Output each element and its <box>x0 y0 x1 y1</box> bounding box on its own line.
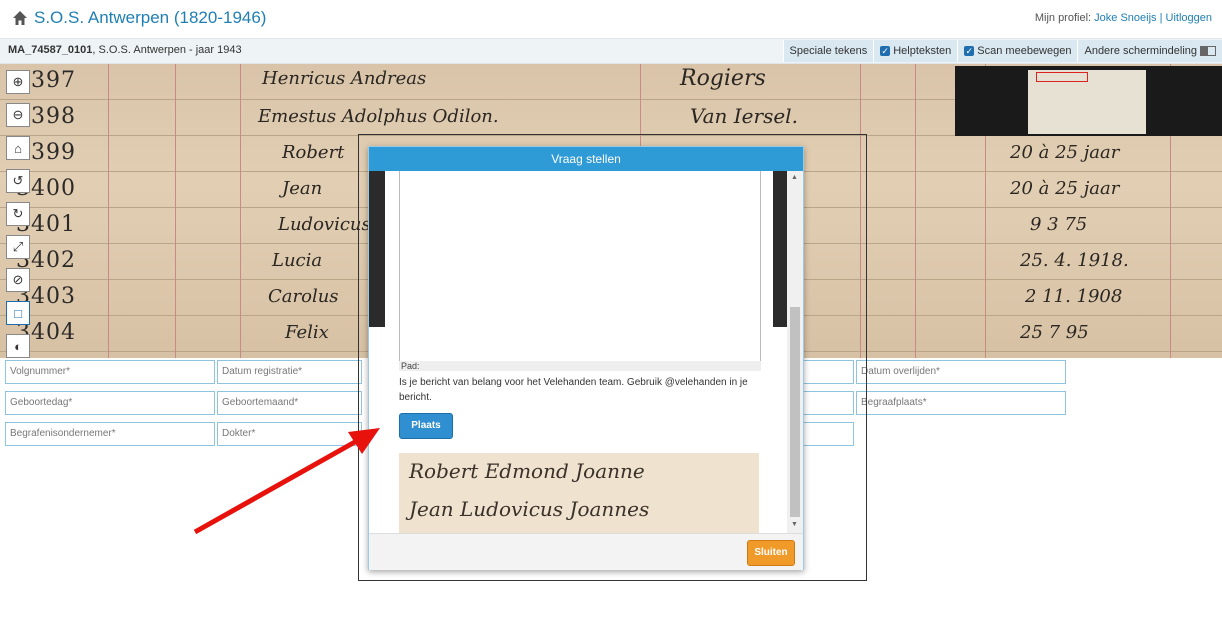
scroll-up-icon[interactable]: ▲ <box>791 174 798 181</box>
dialog-scrollbar[interactable]: ▲ ▼ <box>787 171 803 533</box>
handwritten-first-name: Emestus Adolphus Odilon. <box>258 106 499 127</box>
scan-follow-label: Scan meebewegen <box>977 45 1072 57</box>
special-chars-button[interactable]: Speciale tekens <box>782 40 874 62</box>
helptexts-label: Helpteksten <box>893 45 952 57</box>
rotate-right-icon[interactable]: ↻ <box>6 202 30 226</box>
handwritten-last-name: Rogiers <box>680 66 766 91</box>
handwritten-date: 25. 4. 1918. <box>1020 250 1129 271</box>
zoom-in-icon[interactable]: ⊕ <box>6 70 30 94</box>
handwritten-date: 2 11. 1908 <box>1025 286 1123 307</box>
snippet-handwriting: Jean Ludovicus Joannes <box>409 497 650 521</box>
checkbox-checked-icon[interactable]: ✓ <box>964 46 975 56</box>
field-geboortemaand[interactable]: Geboortemaand* <box>217 391 362 415</box>
home-icon[interactable] <box>12 10 28 26</box>
navigator-viewport-rect[interactable] <box>1036 72 1088 82</box>
checkbox-checked-icon[interactable]: ✓ <box>880 46 891 56</box>
question-textarea[interactable] <box>399 171 761 362</box>
scroll-down-icon[interactable]: ▼ <box>791 521 798 528</box>
field-begraafplaats[interactable]: Begraafplaats* <box>856 391 1066 415</box>
profile-user-link[interactable]: Joke Snoeijs <box>1094 12 1156 24</box>
handwritten-first-name: Carolus <box>268 286 339 307</box>
home-view-icon[interactable]: ⌂ <box>6 136 30 160</box>
other-layout-button[interactable]: Andere schermindeling <box>1077 40 1222 62</box>
scrollbar-thumb[interactable] <box>790 307 800 517</box>
dialog-footer: Sluiten <box>369 533 803 570</box>
other-layout-label: Andere schermindeling <box>1084 45 1197 57</box>
separator: | <box>1159 12 1163 24</box>
handwritten-first-name: Robert <box>282 142 345 163</box>
zoom-out-icon[interactable]: ⊖ <box>6 103 30 127</box>
logout-link[interactable]: Uitloggen <box>1166 12 1212 24</box>
ledger-column-line <box>175 64 176 358</box>
scan-tools: ⊕ ⊖ ⌂ ↺ ↻ ⤢ ⊘ □ ◐ <box>6 70 30 367</box>
post-button[interactable]: Plaats <box>399 413 453 439</box>
handwritten-first-name: Lucia <box>272 250 323 271</box>
profile-area: Mijn profiel: Joke Snoeijs | Uitloggen <box>1035 12 1212 24</box>
dialog-scan-edge <box>369 171 385 327</box>
ledger-column-line <box>240 64 241 358</box>
ledger-column-line <box>915 64 916 358</box>
handwritten-first-name: Henricus Andreas <box>262 68 427 89</box>
view-toolbar: Speciale tekens ✓ Helpteksten ✓ Scan meebe… <box>782 39 1222 63</box>
field-volgnummer[interactable]: Volgnummer* <box>5 360 215 384</box>
scan-follow-toggle[interactable]: ✓ Scan meebewegen <box>957 40 1078 62</box>
field-begrafenisondernemer[interactable]: Begrafenisondernemer* <box>5 422 215 446</box>
top-bar: S.O.S. Antwerpen (1820-1946) Mijn profie… <box>0 0 1222 36</box>
handwritten-date: 20 à 25 jaar <box>1010 178 1120 199</box>
field-datum-overlijden[interactable]: Datum overlijden* <box>856 360 1066 384</box>
ask-question-dialog: Vraag stellen Pad: Is je bericht van bel… <box>368 146 804 570</box>
snippet-handwriting: Robert Edmond Joanne <box>409 459 645 483</box>
handwritten-date: 25 7 95 <box>1020 322 1089 343</box>
scan-snippet: Robert Edmond Joanne Jean Ludovicus Joan… <box>399 453 759 533</box>
handwritten-first-name: Jean <box>282 178 323 199</box>
handwritten-first-name: Ludovicus <box>278 214 371 235</box>
special-chars-label: Speciale tekens <box>789 45 868 57</box>
dialog-body: Pad: Is je bericht van belang voor het V… <box>369 171 803 533</box>
path-label: Pad: <box>399 361 761 371</box>
document-id: MA_74587_0101 <box>8 44 93 56</box>
close-button[interactable]: Sluiten <box>747 540 795 566</box>
helptexts-toggle[interactable]: ✓ Helpteksten <box>873 40 958 62</box>
fullscreen-icon[interactable]: ⤢ <box>6 235 30 259</box>
dialog-title: Vraag stellen <box>369 147 803 171</box>
select-region-icon[interactable]: □ <box>6 301 30 325</box>
compass-icon[interactable]: ⊘ <box>6 268 30 292</box>
info-text: Is je bericht van belang voor het Veleha… <box>399 377 748 403</box>
profile-label: Mijn profiel: <box>1034 12 1092 24</box>
field-dokter[interactable]: Dokter* <box>217 422 362 446</box>
document-title: MA_74587_0101, S.O.S. Antwerpen - jaar 1… <box>8 44 242 56</box>
document-bar: MA_74587_0101, S.O.S. Antwerpen - jaar 1… <box>0 38 1222 64</box>
app-title[interactable]: S.O.S. Antwerpen (1820-1946) <box>34 8 266 28</box>
rotate-left-icon[interactable]: ↺ <box>6 169 30 193</box>
handwritten-last-name: Van Iersel. <box>690 104 798 128</box>
dialog-scan-edge <box>773 171 787 327</box>
document-subtitle: , S.O.S. Antwerpen - jaar 1943 <box>92 44 242 56</box>
layout-icon <box>1200 46 1216 56</box>
ledger-column-line <box>108 64 109 358</box>
field-geboortedag[interactable]: Geboortedag* <box>5 391 215 415</box>
contrast-icon[interactable]: ◐ <box>6 334 30 358</box>
field-datum-registratie[interactable]: Datum registratie* <box>217 360 362 384</box>
handwritten-first-name: Felix <box>285 322 329 343</box>
handwritten-date: 9 3 75 <box>1030 214 1088 235</box>
handwritten-date: 20 à 25 jaar <box>1010 142 1120 163</box>
